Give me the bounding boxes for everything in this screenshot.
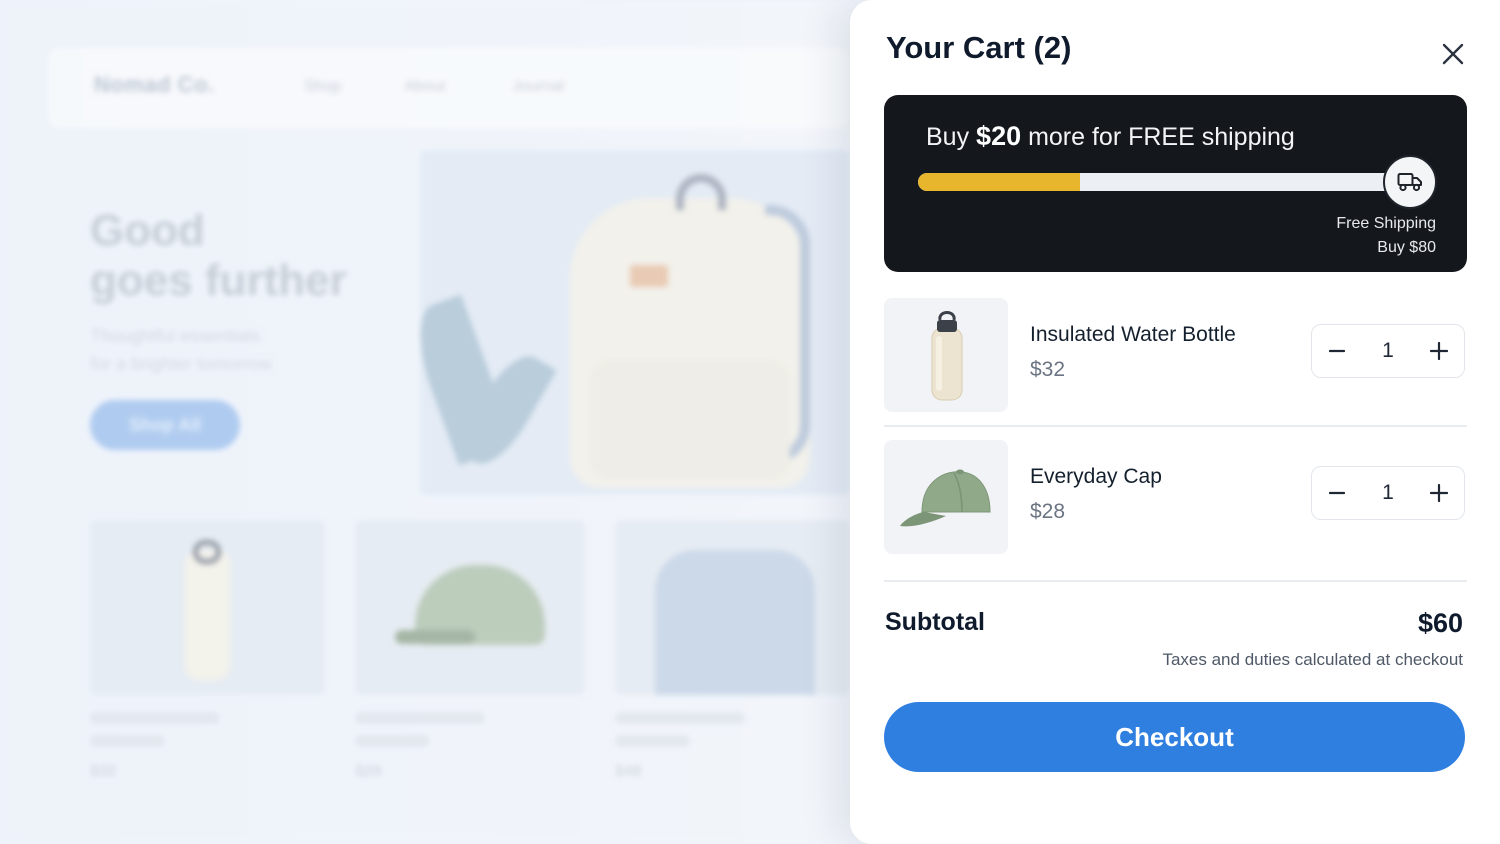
bottle-cap <box>193 540 221 564</box>
hero-title-line: goes further <box>90 256 347 305</box>
placeholder-line <box>615 735 690 747</box>
quantity-stepper: 1 <box>1311 466 1465 520</box>
background-hero-subtitle: Thoughtful essentials for a brighter tom… <box>90 322 272 378</box>
placeholder-line <box>355 712 485 724</box>
free-shipping-message: Buy $20 more for FREE shipping <box>926 121 1295 152</box>
item-divider <box>884 580 1467 582</box>
shipping-goal-marker <box>1383 155 1437 209</box>
background-product-card <box>90 520 325 695</box>
background-product-card <box>615 520 850 695</box>
item-name: Everyday Cap <box>1030 465 1162 488</box>
background-nav-link: Journal <box>512 78 565 95</box>
plus-icon <box>1430 342 1448 360</box>
minus-icon <box>1329 349 1345 353</box>
item-price: $32 <box>1030 358 1066 381</box>
placeholder-line <box>615 712 745 724</box>
water-bottle-image <box>931 311 963 401</box>
background-price: $32 <box>90 763 117 780</box>
checkout-button[interactable]: Checkout <box>884 702 1465 772</box>
quantity-stepper: 1 <box>1311 324 1465 378</box>
shipping-remaining-amount: $20 <box>976 121 1022 151</box>
item-name: Insulated Water Bottle <box>1030 323 1236 346</box>
increase-quantity-button[interactable] <box>1414 325 1464 377</box>
close-icon <box>1442 43 1464 65</box>
decrease-quantity-button[interactable] <box>1312 325 1362 377</box>
increase-quantity-button[interactable] <box>1414 467 1464 519</box>
plus-icon <box>1430 484 1448 502</box>
cart-drawer: Your Cart (2) Buy $20 more for FREE ship… <box>850 0 1500 844</box>
background-nav-link: Shop <box>304 78 342 95</box>
bottle-image <box>185 550 230 680</box>
item-thumbnail <box>884 440 1008 554</box>
backpack-patch <box>630 265 668 287</box>
shipping-suffix: more for FREE shipping <box>1028 123 1295 151</box>
close-cart-button[interactable] <box>1435 36 1471 72</box>
truck-icon <box>1397 173 1422 192</box>
placeholder-line <box>355 735 430 747</box>
shipping-progress-track <box>918 173 1408 191</box>
item-thumbnail <box>884 298 1008 412</box>
hero-sub-line: Thoughtful essentials <box>90 326 261 346</box>
tax-note: Taxes and duties calculated at checkout <box>1162 650 1463 669</box>
decrease-quantity-button[interactable] <box>1312 467 1362 519</box>
background-product-card <box>355 520 585 695</box>
free-shipping-banner: Buy $20 more for FREE shipping Free Ship… <box>884 95 1467 272</box>
cap-brim <box>395 630 475 644</box>
background-shop-all-button: Shop All <box>90 400 240 450</box>
sweater-image <box>655 550 815 695</box>
background-nav-link: About <box>404 78 446 95</box>
background-price: $48 <box>615 763 642 780</box>
hero-sub-line: for a brighter tomorrow <box>90 354 273 374</box>
shipping-goal-amount: Buy $80 <box>1377 239 1436 256</box>
background-brand-logo: Nomad Co. <box>94 72 215 97</box>
cart-title: Your Cart (2) <box>886 30 1072 65</box>
backpack-handle <box>676 174 726 210</box>
shipping-progress-fill <box>918 173 1080 191</box>
background-hero-image <box>420 150 850 495</box>
backpack-pocket <box>590 360 790 480</box>
subtotal-value: $60 <box>1417 608 1463 638</box>
background-hero-title: Good goes further <box>90 206 347 306</box>
quantity-value[interactable]: 1 <box>1368 339 1408 363</box>
placeholder-line <box>90 712 220 724</box>
cap-image <box>900 469 991 527</box>
placeholder-line <box>90 735 165 747</box>
cart-item: Everyday Cap $28 1 <box>884 440 1467 570</box>
cart-item: Insulated Water Bottle $32 1 <box>884 298 1467 428</box>
shipping-prefix: Buy <box>926 123 970 151</box>
shipping-goal-label: Free Shipping <box>1336 215 1436 232</box>
item-price: $28 <box>1030 500 1066 523</box>
item-divider <box>884 425 1467 427</box>
hero-title-line: Good <box>90 206 205 255</box>
background-price: $28 <box>355 763 382 780</box>
quantity-value[interactable]: 1 <box>1368 481 1408 505</box>
minus-icon <box>1329 491 1345 495</box>
subtotal-label: Subtotal <box>885 608 985 636</box>
